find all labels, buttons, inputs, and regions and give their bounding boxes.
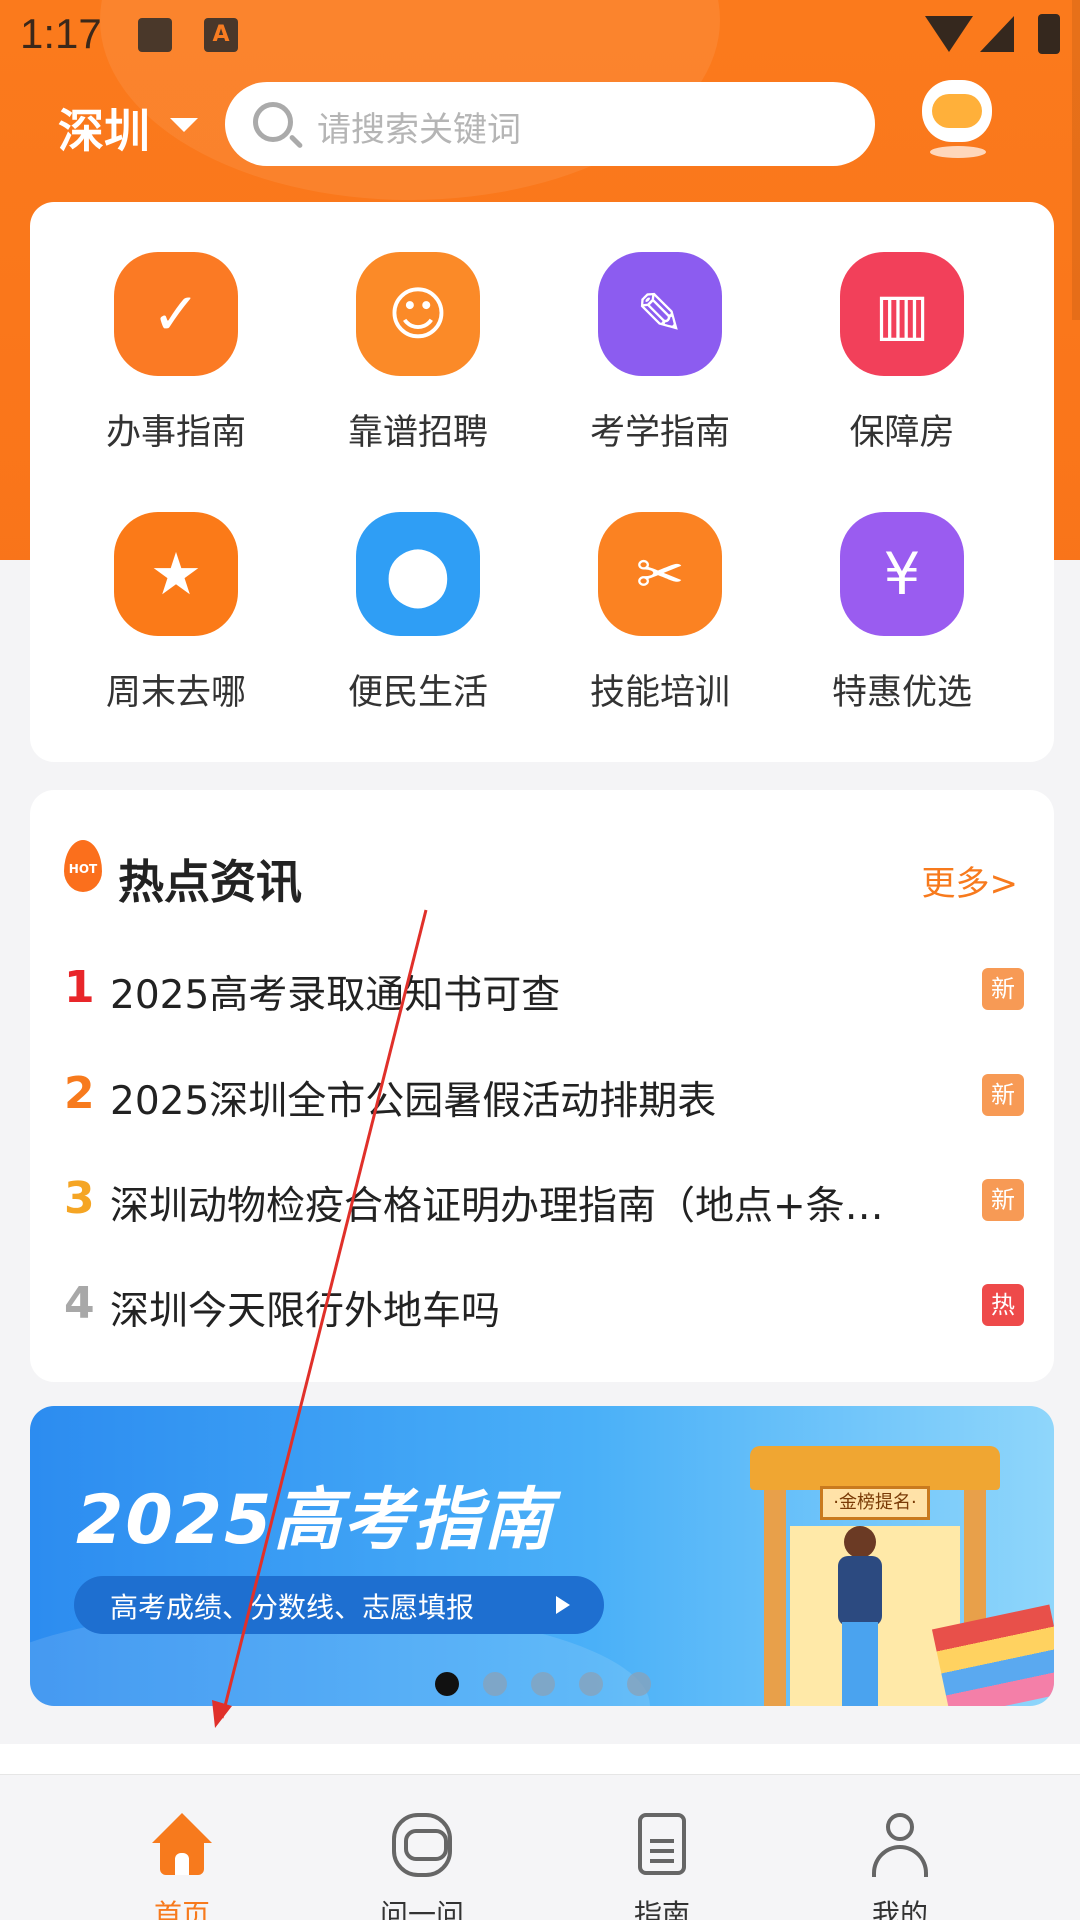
student-illustration: [830, 1526, 890, 1706]
service-item[interactable]: ✎ 考学指南: [560, 252, 760, 482]
news-text: 深圳今天限行外地车吗: [110, 1289, 501, 1334]
news-rank: 3: [64, 1173, 95, 1224]
carousel-dot[interactable]: [435, 1672, 459, 1696]
news-item[interactable]: 3 深圳动物检疫合格证明办理指南（地点+条… 新: [64, 1165, 1024, 1235]
news-text: 2025深圳全市公园暑假活动排期表: [110, 1079, 717, 1124]
hot-news-card: HOT 热点资讯 更多> 1 2025高考录取通知书可查新 2 2025深圳全市公园暑…: [30, 790, 1054, 1382]
carousel-dot[interactable]: [531, 1672, 555, 1696]
service-item[interactable]: ✓ 办事指南: [76, 252, 276, 482]
tools-bulb-icon: ✂: [598, 512, 722, 636]
news-text: 2025高考录取通知书可查: [110, 973, 561, 1018]
tab-guide[interactable]: 指南: [542, 1775, 782, 1920]
service-item[interactable]: ☺ 靠谱招聘: [318, 252, 518, 482]
gate-plaque: ·金榜提名·: [820, 1486, 930, 1520]
more-link[interactable]: 更多>: [922, 856, 1019, 905]
carousel-dots: [435, 1672, 655, 1696]
banner-subtitle: 高考成绩、分数线、志愿填报: [110, 1591, 475, 1624]
scroll-indicator: [1072, 0, 1080, 320]
robot-icon: [392, 1813, 452, 1877]
bottom-tab-bar: 首页 问一问 指南 我的: [0, 1774, 1080, 1920]
promo-banner[interactable]: 2025高考指南 高考成绩、分数线、志愿填报 ·金榜提名·: [30, 1406, 1054, 1706]
news-item[interactable]: 2 2025深圳全市公园暑假活动排期表 新: [64, 1060, 1024, 1130]
search-bar[interactable]: 请搜索关键词: [225, 82, 875, 166]
tab-label: 首页: [153, 1898, 210, 1920]
person-tie-icon: ☺: [356, 252, 480, 376]
folder-pen-icon: ✎: [598, 252, 722, 376]
news-text: 深圳动物检疫合格证明办理指南（地点+条…: [110, 1184, 884, 1229]
robot-assistant-icon[interactable]: [918, 80, 996, 160]
hot-flame-icon: HOT: [64, 840, 102, 892]
tab-mine[interactable]: 我的: [780, 1775, 1020, 1920]
service-item[interactable]: ⬤ 便民生活: [318, 512, 518, 742]
city-selector[interactable]: 深圳: [58, 95, 150, 161]
status-bar: 1:17 A: [0, 0, 1080, 320]
service-item[interactable]: ✂ 技能培训: [560, 512, 760, 742]
chevron-down-icon[interactable]: [170, 118, 198, 132]
tab-label: 问一问: [379, 1898, 464, 1920]
news-rank: 1: [64, 962, 95, 1013]
news-tag-badge: 新: [982, 1179, 1024, 1221]
user-icon: [870, 1813, 930, 1877]
wifi-icon: [925, 16, 973, 52]
service-label: 便民生活: [347, 673, 488, 713]
battery-icon: [1038, 14, 1060, 54]
service-item[interactable]: ¥ 特惠优选: [802, 512, 1002, 742]
tab-home[interactable]: 首页: [62, 1775, 302, 1920]
news-tag-badge: 新: [982, 968, 1024, 1010]
news-tag-badge: 热: [982, 1284, 1024, 1326]
image-notification-icon: [138, 18, 172, 52]
bookmark-star-icon: ★: [114, 512, 238, 636]
carousel-dot[interactable]: [483, 1672, 507, 1696]
search-placeholder: 请搜索关键词: [317, 110, 521, 150]
building-icon: ▥: [840, 252, 964, 376]
service-label: 周末去哪: [105, 673, 246, 713]
news-item[interactable]: 1 2025高考录取通知书可查 新: [64, 954, 1024, 1024]
news-rank: 4: [64, 1278, 95, 1329]
news-rank: 2: [64, 1068, 95, 1119]
service-label: 靠谱招聘: [347, 413, 488, 453]
news-item[interactable]: 4 深圳今天限行外地车吗 热: [64, 1270, 1024, 1340]
signal-icon: [980, 16, 1014, 52]
service-label: 保障房: [849, 413, 955, 453]
hot-news-title: 热点资讯: [118, 855, 302, 909]
service-label: 技能培训: [589, 673, 730, 713]
service-label: 办事指南: [105, 413, 246, 453]
carousel-dot[interactable]: [579, 1672, 603, 1696]
service-label: 考学指南: [589, 413, 730, 453]
banner-cta[interactable]: 高考成绩、分数线、志愿填报: [74, 1576, 604, 1634]
tab-label: 我的: [871, 1898, 928, 1920]
service-label: 特惠优选: [831, 673, 972, 713]
carousel-dot[interactable]: [627, 1672, 651, 1696]
calendar-check-icon: ✓: [114, 252, 238, 376]
search-icon: [253, 102, 293, 142]
news-tag-badge: 新: [982, 1074, 1024, 1116]
banner-title: 2025高考指南: [76, 1481, 554, 1560]
service-item[interactable]: ▥ 保障房: [802, 252, 1002, 482]
document-icon: [632, 1813, 692, 1877]
content-gap: [0, 1744, 1080, 1774]
tab-label: 指南: [633, 1898, 690, 1920]
a-notification-icon: A: [204, 18, 238, 52]
status-time: 1:17: [20, 10, 102, 57]
play-arrow-icon: [556, 1596, 570, 1614]
coupon-icon: ¥: [840, 512, 964, 636]
home-icon: [152, 1813, 212, 1877]
tab-ask[interactable]: 问一问: [302, 1775, 542, 1920]
location-pin-icon: ⬤: [356, 512, 480, 636]
service-item[interactable]: ★ 周末去哪: [76, 512, 276, 742]
service-grid-card: ✓ 办事指南 ☺ 靠谱招聘 ✎ 考学指南 ▥ 保障房 ★ 周末去哪 ⬤ 便民生活 ✂ 技能培训 ¥ 特惠优选: [30, 202, 1054, 762]
